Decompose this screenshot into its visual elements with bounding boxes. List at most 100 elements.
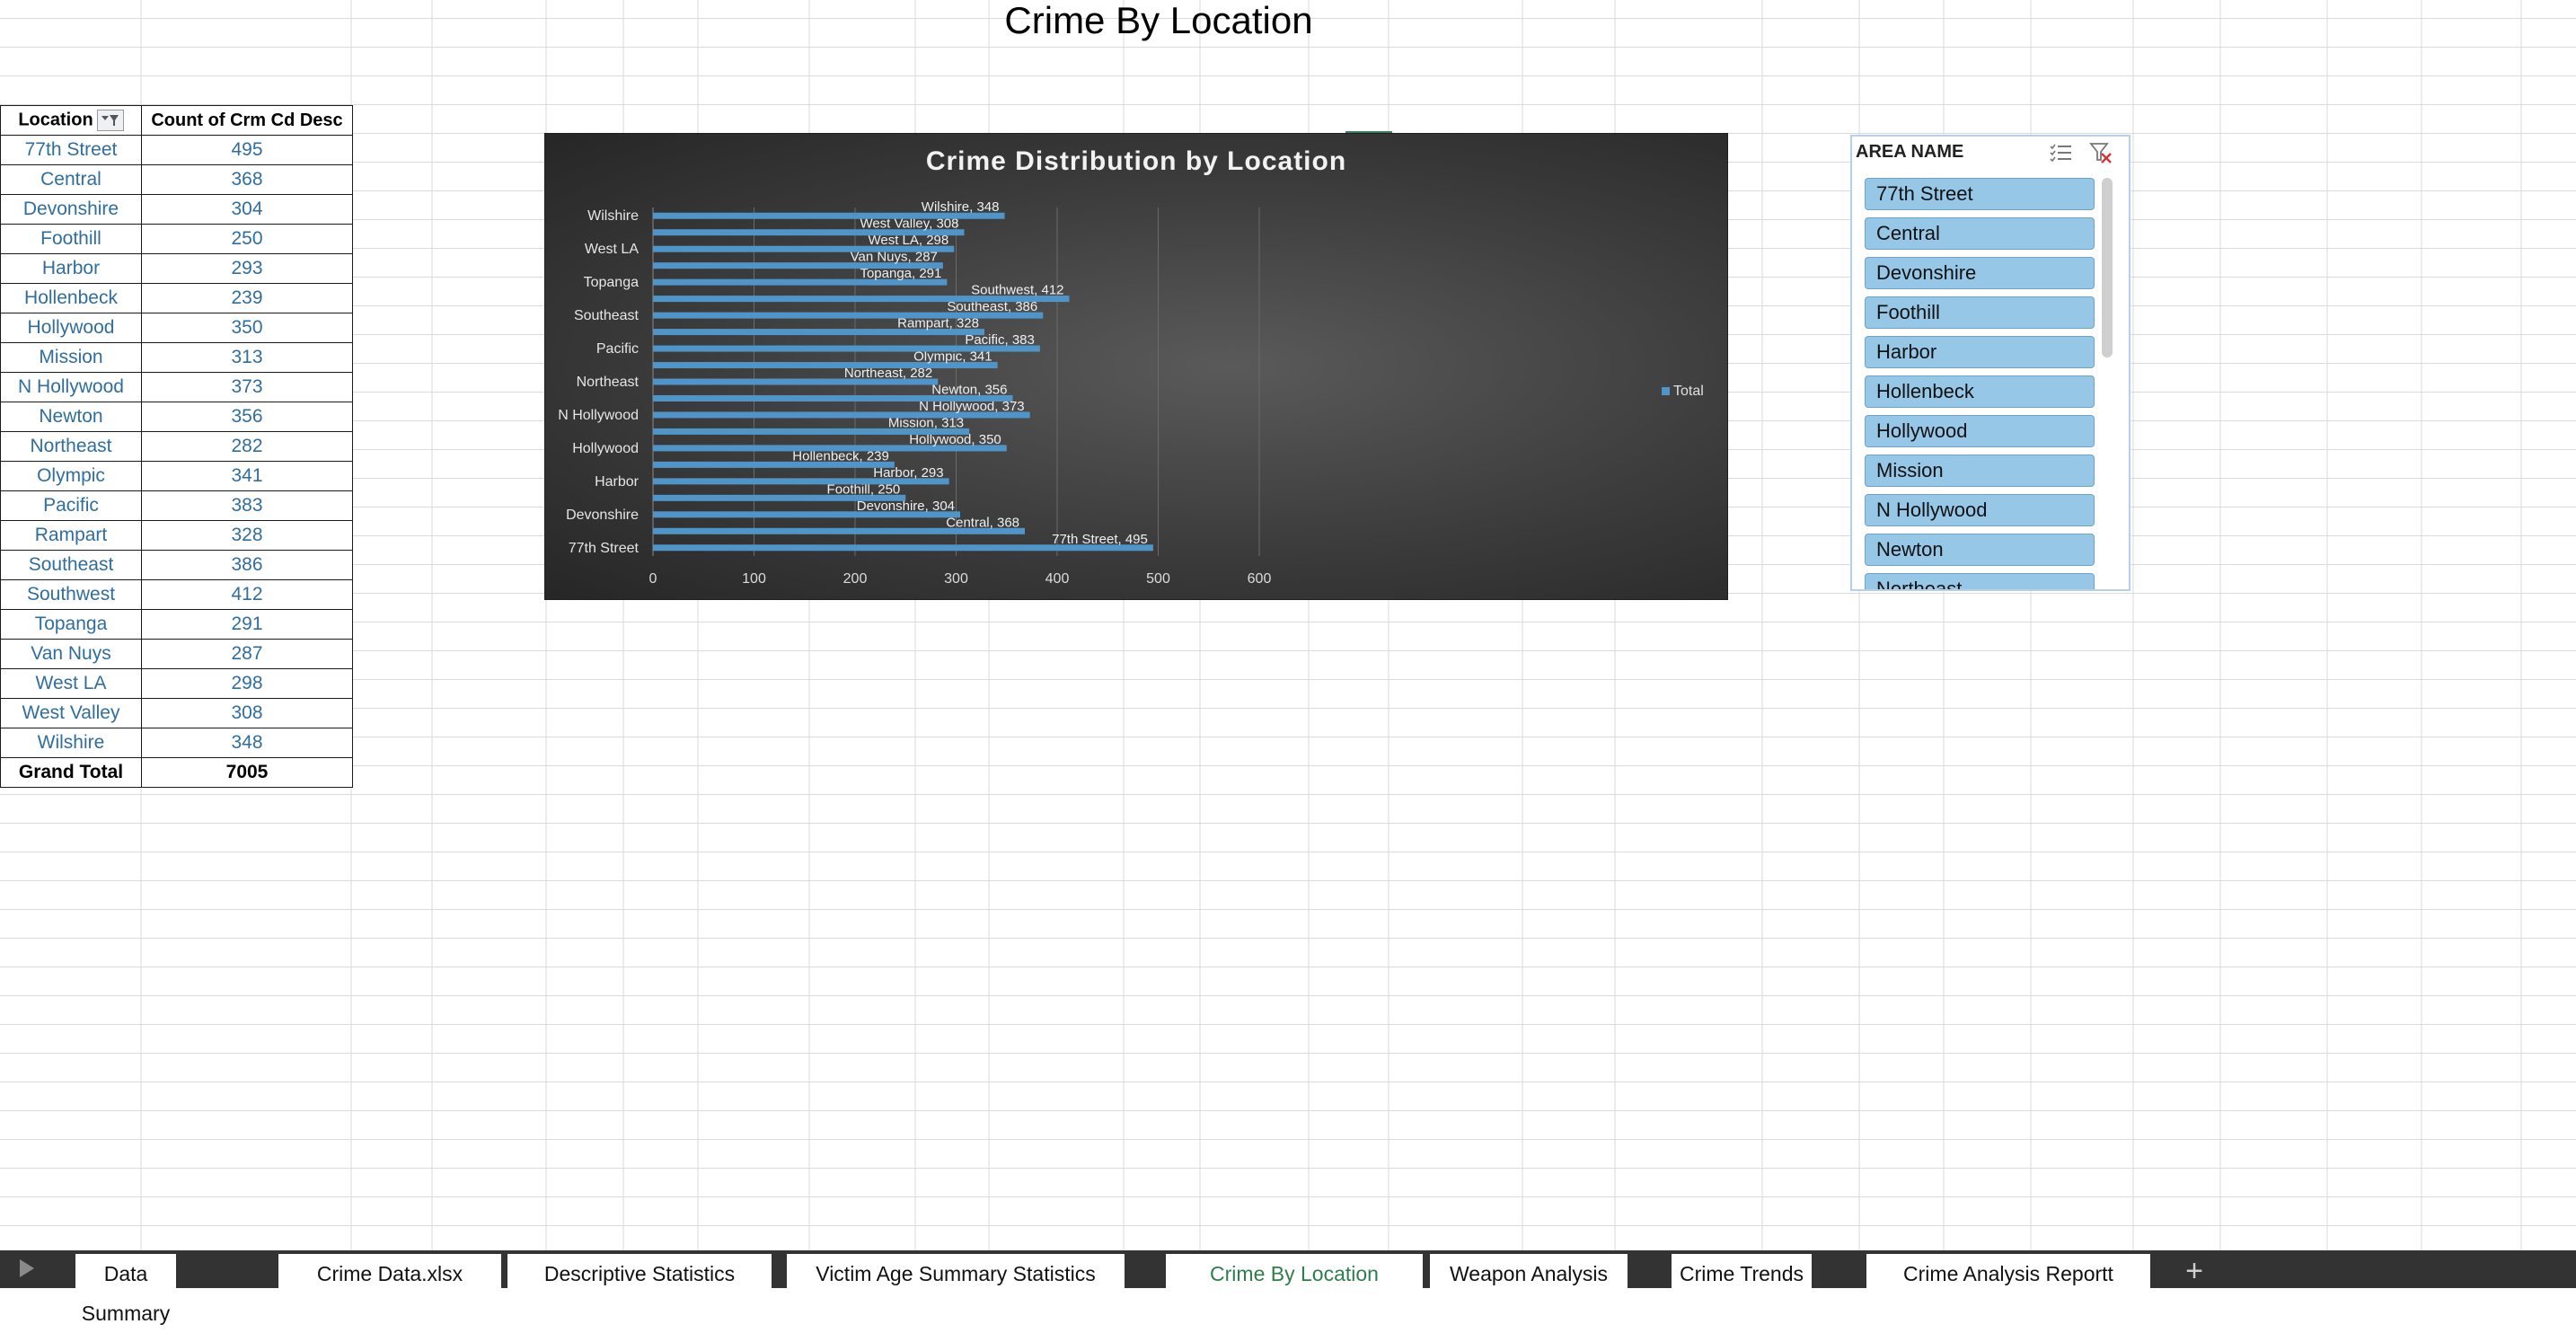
- x-tick-label: 100: [742, 571, 766, 587]
- x-tick-label: 0: [649, 571, 657, 587]
- pivot-location-cell[interactable]: N Hollywood: [0, 372, 142, 402]
- pivot-count-cell[interactable]: 368: [141, 164, 353, 195]
- pivot-location-cell[interactable]: Mission: [0, 342, 142, 373]
- pivot-location-cell[interactable]: Northeast: [0, 431, 142, 462]
- pivot-location-cell[interactable]: Hollenbeck: [0, 283, 142, 313]
- slicer-scrollbar[interactable]: [2102, 178, 2113, 358]
- pivot-count-cell[interactable]: 298: [141, 668, 353, 699]
- pivot-location-cell[interactable]: Rampart: [0, 520, 142, 551]
- slicer-item[interactable]: Newton: [1865, 534, 2095, 566]
- scroll-tabs-icon[interactable]: [20, 1259, 34, 1277]
- slicer-item[interactable]: Foothill: [1865, 296, 2095, 329]
- y-category-label: Pacific: [596, 341, 639, 357]
- pivot-location-cell[interactable]: Southwest: [0, 579, 142, 610]
- chart-data-label: Southwest, 412: [971, 283, 1063, 298]
- pivot-count-cell[interactable]: 386: [141, 550, 353, 580]
- pivot-count-cell[interactable]: 239: [141, 283, 353, 313]
- sheet-tab[interactable]: Weapon Analysis: [1425, 1254, 1633, 1288]
- x-tick-label: 500: [1146, 571, 1170, 587]
- pivot-count-cell[interactable]: 291: [141, 609, 353, 640]
- slicer-item[interactable]: Hollenbeck: [1865, 375, 2095, 408]
- grand-total-value[interactable]: 7005: [141, 757, 353, 788]
- pivot-row: 77th Street 495: [0, 135, 353, 165]
- pivot-count-cell[interactable]: 373: [141, 372, 353, 402]
- grand-total-label[interactable]: Grand Total: [0, 757, 142, 788]
- y-category-label: Harbor: [595, 474, 640, 490]
- pivot-row: Mission 313: [0, 342, 353, 373]
- pivot-count-cell[interactable]: 348: [141, 728, 353, 758]
- pivot-row: Wilshire 348: [0, 728, 353, 758]
- pivot-table[interactable]: Location Count of Crm Cd Desc 77th Stree…: [0, 105, 353, 788]
- pivot-location-cell[interactable]: 77th Street: [0, 135, 142, 165]
- pivot-count-cell[interactable]: 308: [141, 698, 353, 728]
- pivot-count-cell[interactable]: 412: [141, 579, 353, 610]
- slicer-item[interactable]: N Hollywood: [1865, 494, 2095, 526]
- slicer-item[interactable]: Devonshire: [1865, 257, 2095, 289]
- pivot-row: West Valley 308: [0, 698, 353, 728]
- multi-select-icon[interactable]: [2050, 142, 2073, 163]
- pivot-count-cell[interactable]: 383: [141, 490, 353, 521]
- chart-data-label: 77th Street, 495: [1052, 532, 1148, 547]
- pivot-count-cell[interactable]: 495: [141, 135, 353, 165]
- sheet-tab[interactable]: Data Summary: [70, 1254, 181, 1325]
- pivot-count-cell[interactable]: 313: [141, 342, 353, 373]
- pivot-location-cell[interactable]: Topanga: [0, 609, 142, 640]
- slicer-item[interactable]: Harbor: [1865, 336, 2095, 368]
- pivot-count-cell[interactable]: 250: [141, 224, 353, 254]
- sheet-tab[interactable]: Crime By Location: [1166, 1254, 1423, 1288]
- pivot-location-cell[interactable]: Olympic: [0, 461, 142, 491]
- legend-label: Total: [1673, 384, 1704, 399]
- pivot-location-cell[interactable]: West Valley: [0, 698, 142, 728]
- pivot-location-cell[interactable]: Foothill: [0, 224, 142, 254]
- pivot-row: Topanga 291: [0, 609, 353, 640]
- add-sheet-button[interactable]: +: [2172, 1250, 2217, 1288]
- pivot-header-location[interactable]: Location: [0, 105, 142, 136]
- pivot-row: Southeast 386: [0, 550, 353, 580]
- pivot-location-cell[interactable]: Hollywood: [0, 313, 142, 343]
- pivot-total-row: Grand Total 7005: [0, 757, 353, 788]
- pivot-count-cell[interactable]: 293: [141, 253, 353, 284]
- sheet-tab[interactable]: Crime Trends: [1666, 1254, 1817, 1288]
- slicer-item-list: 77th Street Central Devonshire Foothill Harb…: [1865, 178, 2095, 589]
- slicer-item[interactable]: Northeast: [1865, 573, 2095, 589]
- slicer-item[interactable]: Hollywood: [1865, 415, 2095, 447]
- chart-plot: 0 100 200 300 400 500 600 77th Street, 495 77th …: [558, 199, 1271, 587]
- pivot-location-cell[interactable]: Wilshire: [0, 728, 142, 758]
- pivot-count-cell[interactable]: 341: [141, 461, 353, 491]
- area-name-slicer[interactable]: AREA NAME 77th Street Central Devonshire Fo…: [1850, 135, 2130, 591]
- pivot-location-cell[interactable]: Devonshire: [0, 194, 142, 225]
- x-tick-label: 400: [1045, 571, 1070, 587]
- pivot-count-cell[interactable]: 356: [141, 402, 353, 432]
- sheet-tab[interactable]: Victim Age Summary Statistics: [781, 1254, 1130, 1288]
- pivot-count-cell[interactable]: 328: [141, 520, 353, 551]
- pivot-row: N Hollywood 373: [0, 372, 353, 402]
- clear-filter-icon[interactable]: [2089, 142, 2113, 163]
- pivot-location-cell[interactable]: Pacific: [0, 490, 142, 521]
- pivot-location-cell[interactable]: Van Nuys: [0, 639, 142, 669]
- slicer-item[interactable]: Central: [1865, 217, 2095, 250]
- bar-chart[interactable]: Crime Distribution by Location 0 100 200 30…: [544, 133, 1728, 600]
- pivot-location-cell[interactable]: West LA: [0, 668, 142, 699]
- y-category-label: Wilshire: [587, 208, 639, 224]
- slicer-item[interactable]: Mission: [1865, 455, 2095, 487]
- pivot-count-cell[interactable]: 287: [141, 639, 353, 669]
- sheet-tab[interactable]: Crime Analysis Reportt: [1861, 1254, 2156, 1288]
- sheet-tab[interactable]: Descriptive Statistics: [502, 1254, 777, 1288]
- pivot-location-cell[interactable]: Central: [0, 164, 142, 195]
- slicer-item[interactable]: 77th Street: [1865, 178, 2095, 210]
- pivot-location-cell[interactable]: Harbor: [0, 253, 142, 284]
- pivot-count-cell[interactable]: 350: [141, 313, 353, 343]
- y-category-label: Southeast: [574, 308, 640, 323]
- x-tick-label: 300: [944, 571, 968, 587]
- pivot-header-count[interactable]: Count of Crm Cd Desc: [141, 105, 353, 136]
- pivot-count-cell[interactable]: 282: [141, 431, 353, 462]
- pivot-location-cell[interactable]: Newton: [0, 402, 142, 432]
- pivot-location-cell[interactable]: Southeast: [0, 550, 142, 580]
- filter-dropdown-icon[interactable]: [96, 110, 124, 131]
- pivot-row: Rampart 328: [0, 520, 353, 551]
- chart-data-label: Wilshire, 348: [922, 199, 1000, 215]
- pivot-count-cell[interactable]: 304: [141, 194, 353, 225]
- sheet-tab[interactable]: Crime Data.xlsx: [273, 1254, 507, 1288]
- pivot-header-row: Location Count of Crm Cd Desc: [0, 105, 353, 136]
- pivot-row: Foothill 250: [0, 224, 353, 254]
